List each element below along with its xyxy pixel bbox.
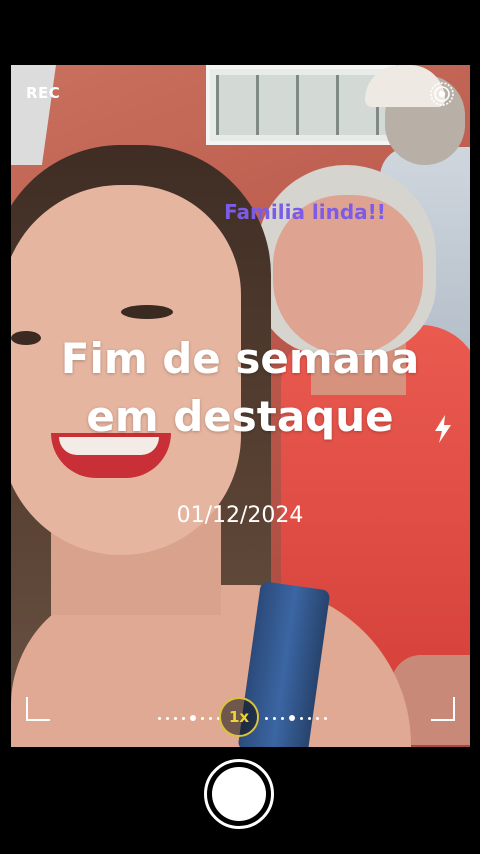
zoom-tick [316,716,319,720]
zoom-tick [324,716,327,720]
frame-corner-right [431,697,455,721]
zoom-tick [166,716,169,720]
zoom-scale-right[interactable] [265,715,327,721]
zoom-tick [174,716,177,720]
live-photo-icon[interactable] [429,81,455,107]
frame-corner-left [26,697,50,721]
headline-line-1: Fim de semana [60,334,420,383]
headline-line-2: em destaque [86,392,394,441]
zoom-tick [281,716,284,720]
zoom-tick [182,716,185,720]
zoom-tick [300,716,303,720]
zoom-tick [201,716,204,720]
zoom-tick-major [190,715,196,721]
photo-eye-right [121,305,173,319]
zoom-level-button[interactable]: 1x [219,697,259,737]
zoom-tick-major [289,715,295,721]
headline: Fim de semana em destaque [0,330,480,446]
zoom-tick [273,716,276,720]
zoom-scale-left[interactable] [158,715,220,721]
zoom-tick [158,716,161,720]
rec-indicator: REC [26,84,61,102]
flash-icon[interactable] [431,414,455,444]
zoom-tick [265,716,268,720]
date-label: 01/12/2024 [176,503,304,528]
zoom-tick [308,716,311,720]
zoom-tick [209,716,212,720]
caption-tag: Familia linda!! [224,200,386,224]
shutter-button[interactable] [204,759,274,829]
